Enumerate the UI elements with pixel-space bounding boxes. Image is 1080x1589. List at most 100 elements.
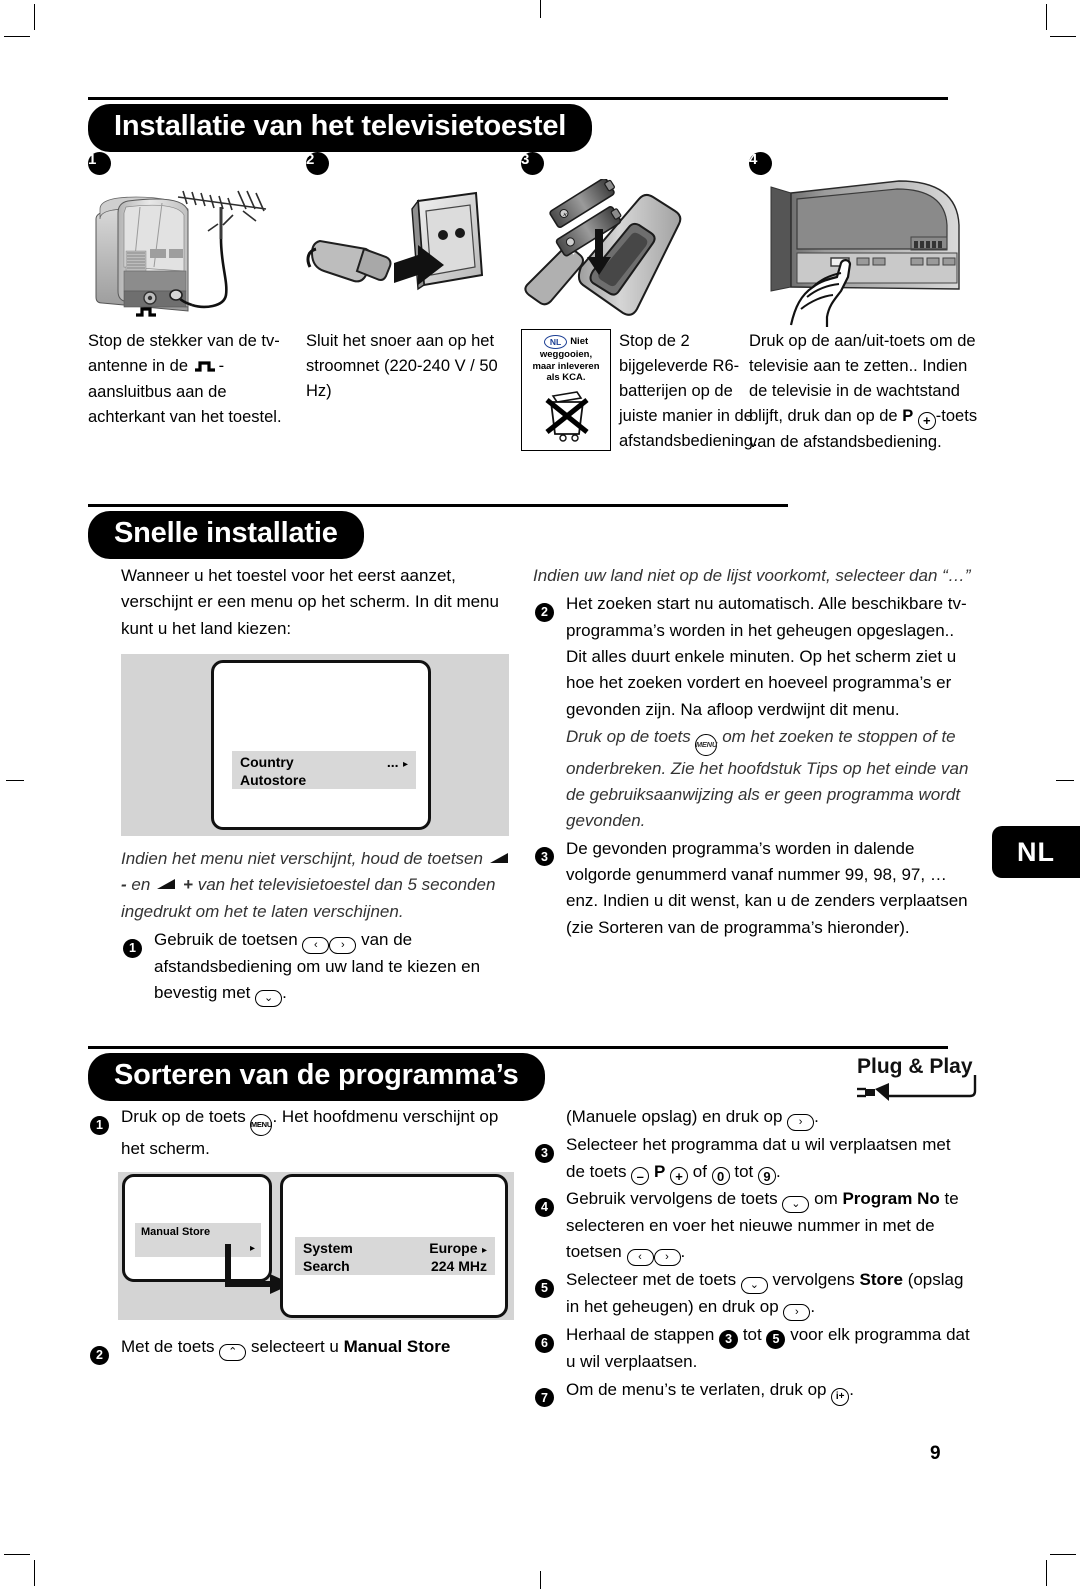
sorteren-step-1: 1 Druk op de toets MENU. Het hoofdmenu v… bbox=[88, 1104, 518, 1162]
section-title: Sorteren van de programma’s bbox=[88, 1053, 545, 1102]
crop-mark bbox=[1046, 1560, 1047, 1586]
key-program-plus[interactable]: + bbox=[670, 1167, 689, 1186]
sorteren-body: 1 Druk op de toets MENU. Het hoofdmenu v… bbox=[88, 1103, 988, 1408]
key-down[interactable]: ⌄ bbox=[255, 990, 283, 1008]
key-volume-plus: + bbox=[183, 875, 193, 895]
install-step-4-text: Druk op de aan/uit-toets om de televisie… bbox=[749, 329, 988, 455]
step-number-badge: 2 bbox=[90, 1346, 109, 1366]
snelle-step-2-note: Druk op de toets MENU om het zoeken te s… bbox=[533, 724, 973, 835]
snelle-note-mid: en bbox=[126, 875, 156, 895]
sorteren-step-2-a: Met de toets bbox=[121, 1337, 220, 1357]
snelle-step-1-a: Gebruik de toetsen bbox=[154, 929, 303, 949]
tv-screen-country: Country ... ▸ Autostore bbox=[211, 659, 431, 830]
key-right[interactable]: › bbox=[783, 1304, 811, 1322]
step-1-text-a: Stop de stekker van de tv-antenne in de bbox=[88, 332, 280, 376]
menu-value-search: 224 MHz bbox=[430, 1258, 487, 1275]
kca-recycling-notice: NL Niet weggooien, maar inleveren als KC… bbox=[521, 329, 611, 451]
country-menu-strip: Country ... ▸ Autostore bbox=[232, 750, 416, 789]
key-right[interactable]: › bbox=[787, 1114, 815, 1132]
sorteren-step-5-b: vervolgens bbox=[767, 1270, 860, 1290]
center-mark bbox=[6, 780, 24, 781]
sorteren-step-4-a: Gebruik vervolgens de toets bbox=[566, 1189, 783, 1209]
sorteren-step-4-b: om bbox=[809, 1189, 843, 1209]
install-steps-row: 1 Stop de stekker van de tv-antenne in d… bbox=[88, 152, 988, 455]
step-number-badge: 2 bbox=[535, 602, 554, 622]
menu-row-system[interactable]: System Europe ▸ bbox=[303, 1240, 487, 1258]
section-header-installatie: Installatie van het televisietoestel bbox=[88, 96, 988, 153]
sorteren-cont-a: (Manuele opslag) en druk op bbox=[566, 1107, 788, 1127]
step-number-badge: 6 bbox=[535, 1334, 554, 1354]
step-number-badge: 5 bbox=[535, 1279, 554, 1299]
key-up[interactable]: ⌃ bbox=[219, 1344, 247, 1362]
menu-key-icon[interactable]: MENU bbox=[250, 1113, 273, 1136]
inline-step-ref-3: 3 bbox=[719, 1330, 739, 1350]
snelle-country-note: Indien uw land niet op de lijst voorkomt… bbox=[533, 565, 971, 585]
center-mark bbox=[540, 1571, 541, 1589]
key-digit-0[interactable]: 0 bbox=[711, 1167, 730, 1186]
sorteren-step-2-continuation: (Manuele opslag) en druk op ›. bbox=[533, 1104, 973, 1132]
key-right: › bbox=[653, 1249, 681, 1267]
key-left: ‹ bbox=[302, 936, 330, 954]
step-number-badge: 3 bbox=[535, 1143, 554, 1163]
store-label: Store bbox=[859, 1270, 903, 1290]
install-step-1: 1 Stop de stekker van de tv-antenne in d… bbox=[88, 152, 306, 455]
info-key-icon[interactable]: i+ bbox=[831, 1387, 850, 1406]
snelle-right-column: Indien uw land niet op de lijst voorkomt… bbox=[518, 563, 973, 1007]
power-plug-and-socket-illustration bbox=[306, 179, 521, 329]
step-number-badge: 1 bbox=[88, 152, 111, 175]
snelle-note: Indien het menu niet verschijnt, houd de… bbox=[121, 846, 518, 925]
key-program-minus[interactable]: – bbox=[631, 1167, 650, 1186]
volume-up-icon bbox=[155, 875, 183, 894]
kca-line-4: als KCA. bbox=[546, 372, 586, 384]
install-step-4: 4 Druk op de aan/uit-toets om de televis… bbox=[749, 152, 988, 455]
left-right-key-pair[interactable]: ‹ › bbox=[626, 1249, 681, 1267]
menu-value-system: Europe bbox=[429, 1240, 478, 1257]
install-step-3-body: Stop de 2 bijgeleverde R6-batterijen op … bbox=[619, 332, 758, 451]
header-rule bbox=[88, 97, 948, 100]
page-number: 9 bbox=[930, 1443, 941, 1464]
crop-mark bbox=[34, 1560, 35, 1586]
manual-store-screens-panel: Manual Store ▸ System Europe ▸ Search 22… bbox=[118, 1172, 514, 1321]
snelle-step-2-text: Het zoeken start nu automatisch. Alle be… bbox=[566, 594, 967, 719]
menu-key-icon[interactable]: MENU bbox=[695, 733, 718, 756]
snelle-step-2-note-a: Druk op de toets bbox=[566, 726, 696, 746]
install-step-2-text: Sluit het snoer aan op het stroomnet (22… bbox=[306, 332, 498, 401]
section-header-snelle-installatie: Snelle installatie Plug & Play bbox=[88, 503, 988, 1101]
tv-screen-manual-store: System Europe ▸ Search 224 MHz bbox=[280, 1174, 508, 1319]
snelle-step-2: 2 Het zoeken start nu automatisch. Alle … bbox=[533, 591, 973, 723]
key-down[interactable]: ⌄ bbox=[782, 1196, 810, 1214]
left-right-key-pair[interactable]: ‹ › bbox=[302, 936, 357, 954]
inline-step-ref-5: 5 bbox=[766, 1330, 786, 1350]
crossed-out-wheelie-bin-icon bbox=[522, 386, 610, 446]
step-number-badge: 4 bbox=[749, 152, 772, 175]
crop-mark bbox=[1046, 4, 1047, 30]
step-number-badge: 4 bbox=[535, 1197, 554, 1217]
snelle-step-3: 3 De gevonden programma’s worden in dale… bbox=[533, 836, 973, 941]
menu-row-manual-store[interactable]: Manual Store bbox=[141, 1226, 255, 1238]
sorteren-step-6-mid: tot bbox=[738, 1325, 767, 1345]
sorteren-cont-b: . bbox=[814, 1107, 819, 1127]
crop-mark bbox=[1050, 36, 1076, 37]
kca-line-1: Niet bbox=[570, 336, 589, 348]
program-no-label: Program No bbox=[842, 1189, 940, 1209]
snelle-step-1-c: . bbox=[282, 983, 287, 1003]
step-number-badge: 1 bbox=[123, 938, 142, 958]
sorteren-step-3: 3 Selecteer het programma dat u wil verp… bbox=[533, 1132, 973, 1186]
key-down[interactable]: ⌄ bbox=[740, 1277, 768, 1295]
crop-mark bbox=[1050, 1554, 1076, 1555]
sorteren-step-1-a: Druk op de toets bbox=[121, 1107, 251, 1127]
key-digit-9[interactable]: 9 bbox=[758, 1167, 777, 1186]
header-rule bbox=[88, 1046, 948, 1050]
menu-row-autostore[interactable]: Autostore bbox=[240, 772, 408, 788]
menu-row-search[interactable]: Search 224 MHz bbox=[303, 1258, 487, 1274]
menu-row-country[interactable]: Country ... ▸ bbox=[240, 754, 408, 772]
antenna-jack-icon bbox=[193, 355, 219, 380]
sorteren-step-3-end: . bbox=[776, 1161, 781, 1181]
sorteren-step-6-a: Herhaal de stappen bbox=[566, 1325, 720, 1345]
step-number-badge: 3 bbox=[535, 847, 554, 867]
language-tab-nl: NL bbox=[992, 826, 1080, 878]
step-number-badge: 3 bbox=[521, 152, 544, 175]
key-p-label: P bbox=[902, 407, 914, 426]
step-number-badge: 2 bbox=[306, 152, 329, 175]
step-number-badge: 1 bbox=[90, 1115, 109, 1135]
